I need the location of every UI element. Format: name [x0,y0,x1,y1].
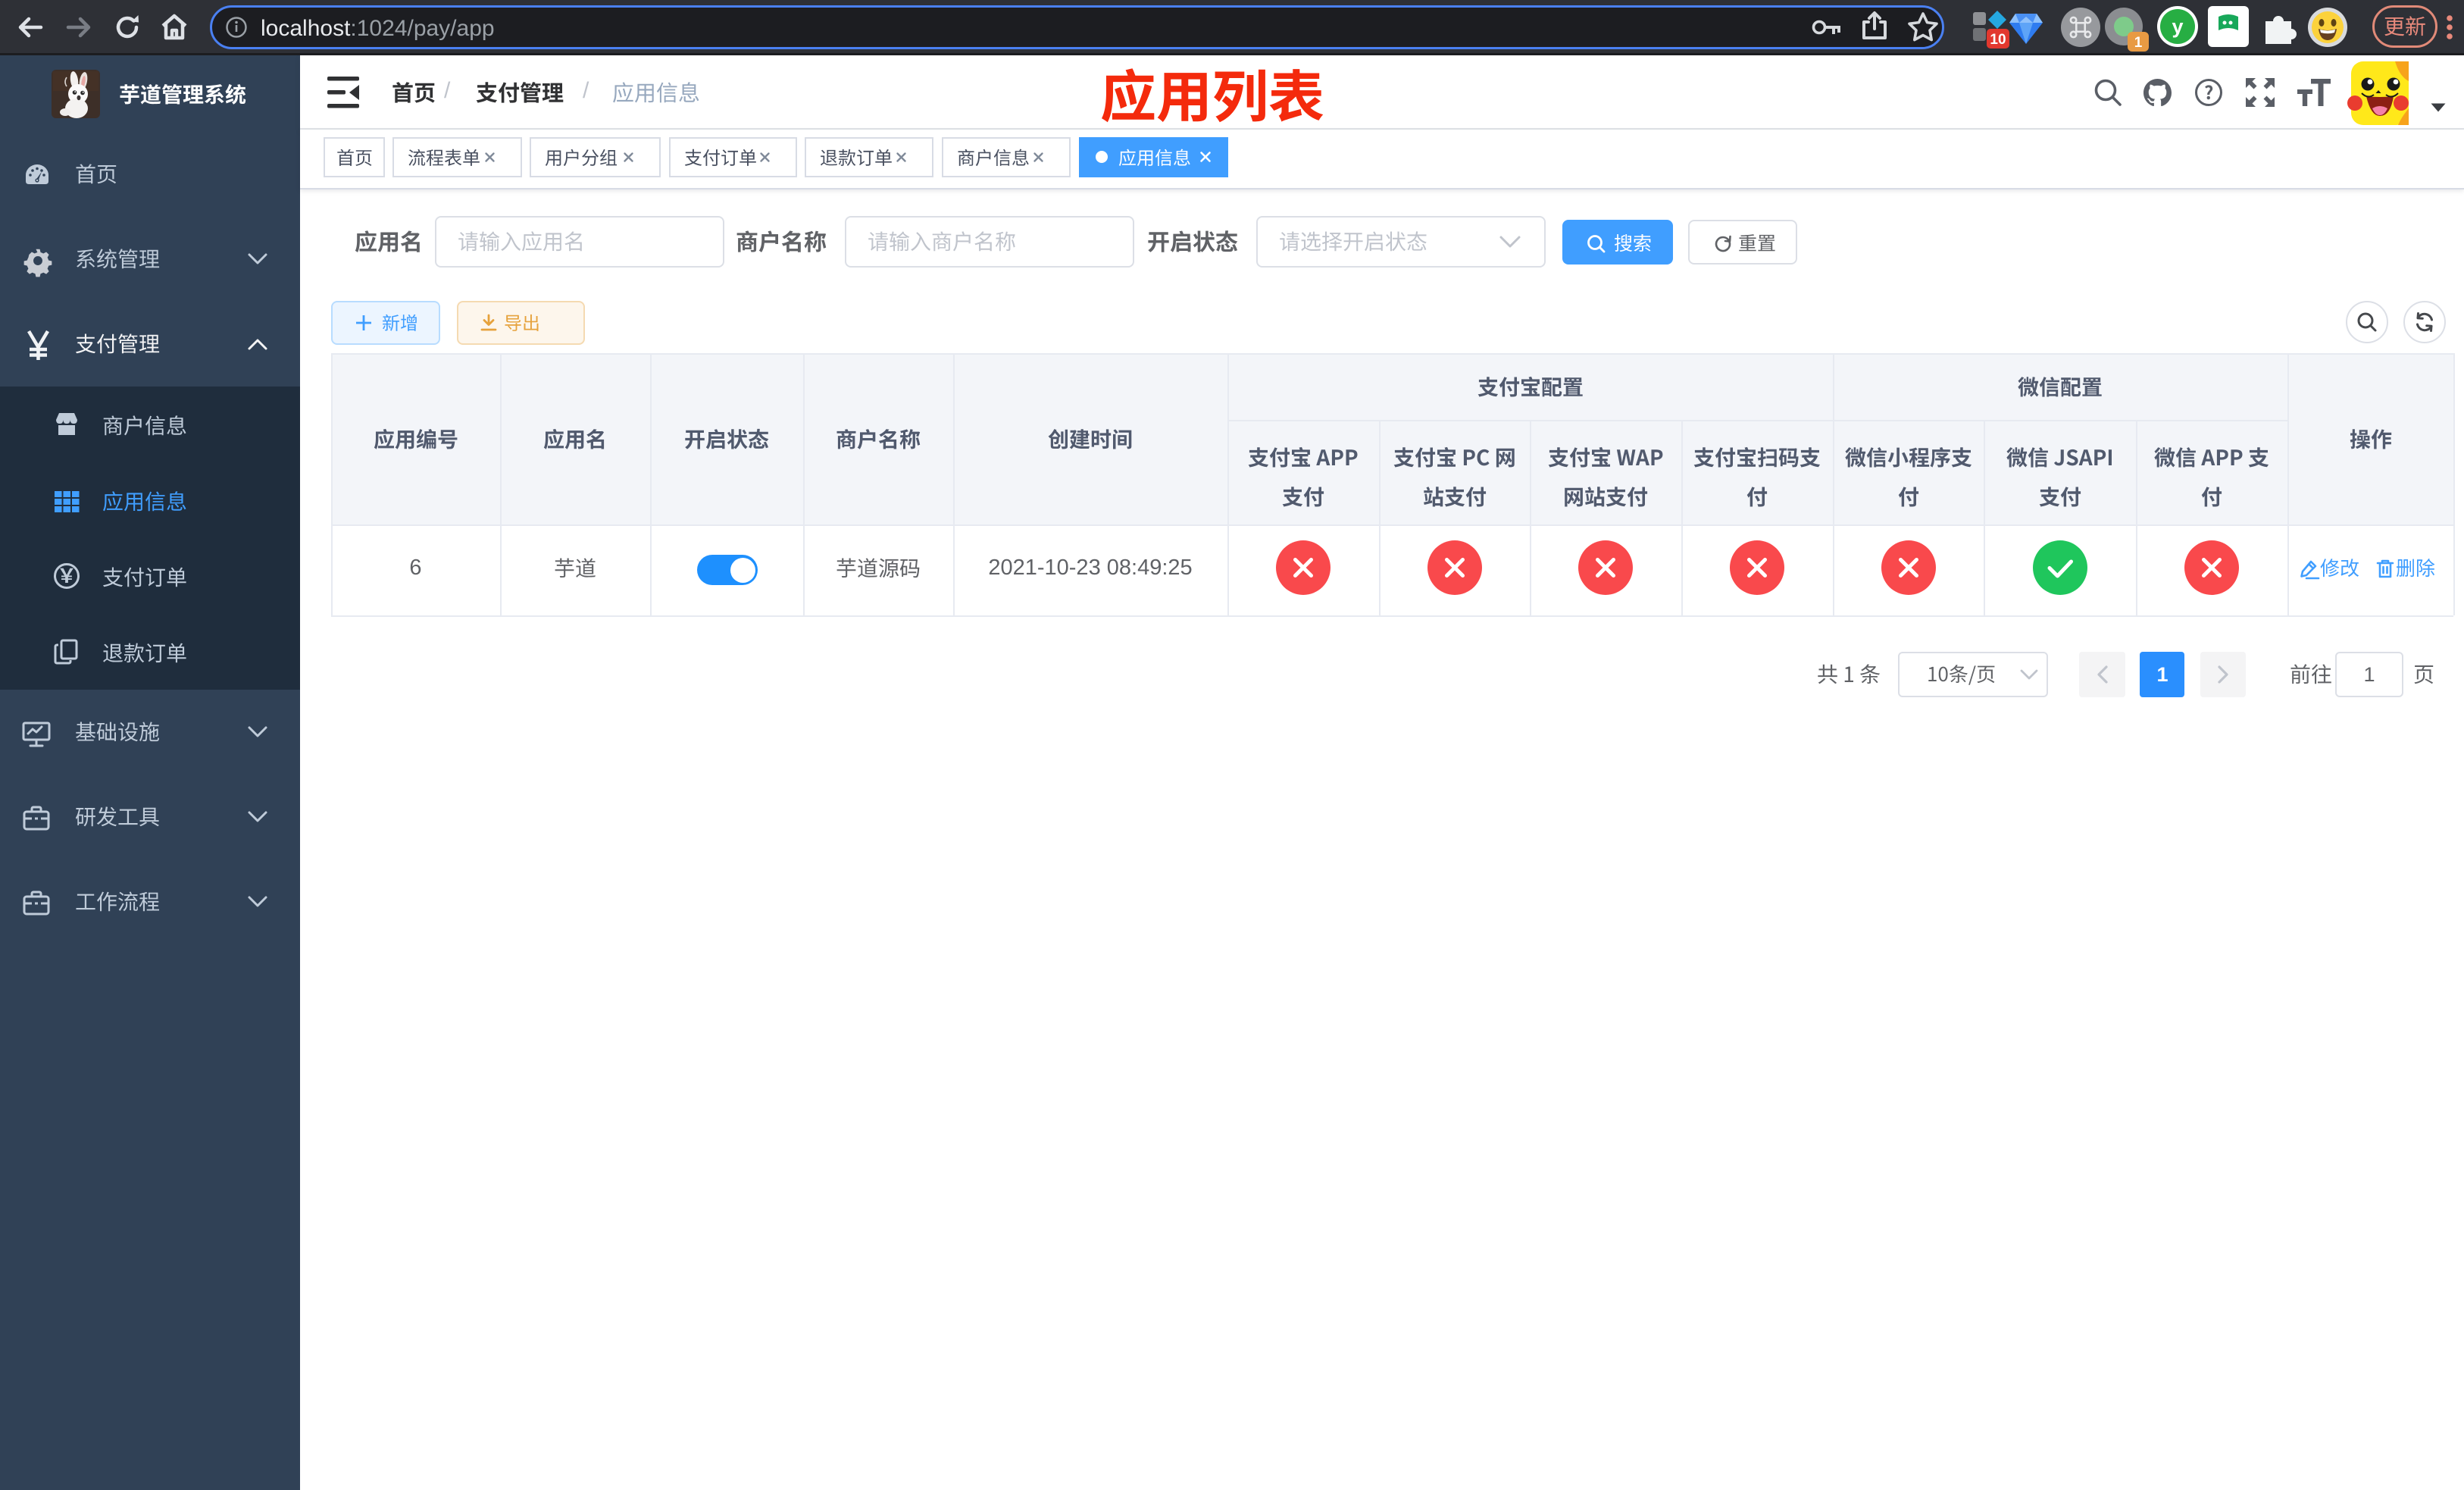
svg-text:1: 1 [2134,35,2143,51]
svg-text:10: 10 [1990,32,2006,48]
svg-text:y: y [2172,15,2183,38]
